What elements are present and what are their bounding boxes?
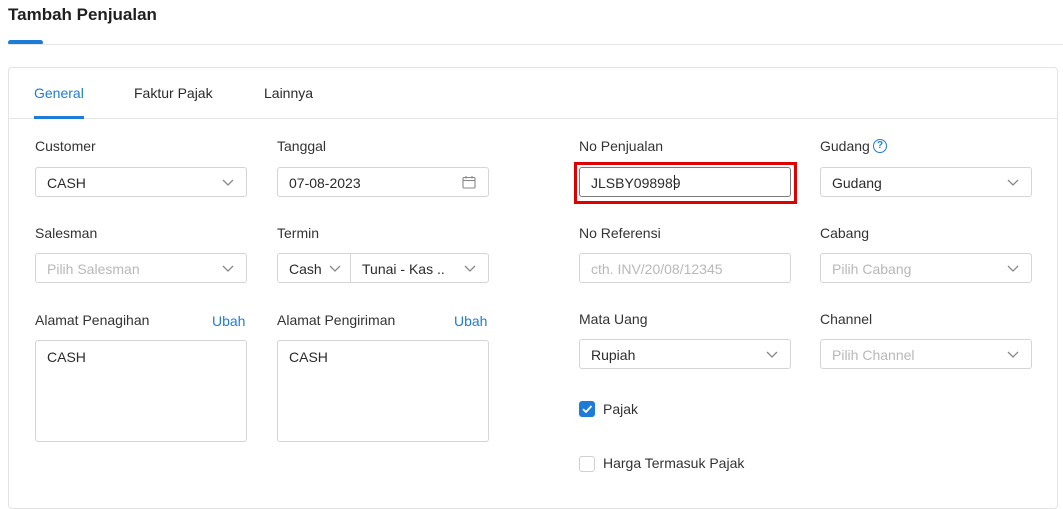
chevron-down-icon	[766, 351, 778, 358]
customer-value: CASH	[47, 175, 86, 191]
channel-label: Channel	[820, 311, 873, 327]
channel-placeholder: Pilih Channel	[832, 347, 915, 363]
tab-lainnya[interactable]: Lainnya	[264, 85, 313, 101]
gudang-select[interactable]: Gudang	[820, 167, 1032, 197]
cabang-label: Cabang	[820, 225, 870, 241]
no-penjualan-value: JLSBY098989	[591, 175, 681, 191]
ubah-pengiriman-link[interactable]: Ubah	[454, 313, 487, 329]
cabang-select[interactable]: Pilih Cabang	[820, 253, 1032, 283]
no-penjualan-input[interactable]: JLSBY098989	[579, 167, 791, 197]
harga-termasuk-pajak-label: Harga Termasuk Pajak	[603, 455, 745, 471]
no-penjualan-label: No Penjualan	[579, 138, 664, 154]
gudang-label: Gudang	[820, 138, 870, 154]
page-title: Tambah Penjualan	[8, 5, 157, 24]
tab-faktur-pajak[interactable]: Faktur Pajak	[134, 85, 213, 101]
termin-value-select[interactable]: Tunai - Kas ..	[351, 254, 488, 282]
alamat-penagihan-textarea[interactable]: CASH	[35, 340, 247, 442]
no-referensi-placeholder: cth. INV/20/08/12345	[591, 261, 723, 277]
salesman-select[interactable]: Pilih Salesman	[35, 253, 247, 283]
termin-type-value: Cash	[289, 261, 322, 277]
chevron-down-icon	[464, 265, 476, 272]
customer-select[interactable]: CASH	[35, 167, 247, 197]
mata-uang-label: Mata Uang	[579, 311, 648, 327]
chevron-down-icon	[1007, 351, 1019, 358]
cabang-placeholder: Pilih Cabang	[832, 261, 912, 277]
tanggal-datepicker[interactable]: 07-08-2023	[277, 167, 489, 197]
alamat-penagihan-label: Alamat Penagihan	[35, 312, 150, 328]
chevron-down-icon	[222, 179, 234, 186]
text-cursor	[674, 175, 675, 190]
mata-uang-value: Rupiah	[591, 347, 636, 363]
chevron-down-icon	[222, 265, 234, 272]
channel-select[interactable]: Pilih Channel	[820, 339, 1032, 369]
customer-label: Customer	[35, 138, 96, 154]
pajak-label: Pajak	[603, 401, 639, 417]
chevron-down-icon	[1007, 179, 1019, 186]
ubah-penagihan-link[interactable]: Ubah	[212, 313, 245, 329]
pajak-checkbox[interactable]	[579, 401, 595, 417]
salesman-label: Salesman	[35, 225, 98, 241]
tanggal-label: Tanggal	[277, 138, 327, 154]
help-icon[interactable]: ?	[873, 139, 887, 153]
alamat-pengiriman-value: CASH	[289, 349, 328, 365]
check-icon	[582, 405, 593, 414]
mata-uang-select[interactable]: Rupiah	[579, 339, 791, 369]
alamat-penagihan-value: CASH	[47, 349, 86, 365]
salesman-placeholder: Pilih Salesman	[47, 261, 140, 277]
no-referensi-label: No Referensi	[579, 225, 661, 241]
harga-termasuk-pajak-checkbox[interactable]	[579, 456, 595, 472]
termin-group: Cash Tunai - Kas ..	[277, 253, 489, 283]
chevron-down-icon	[329, 265, 341, 272]
termin-label: Termin	[277, 225, 320, 241]
chevron-down-icon	[1007, 265, 1019, 272]
alamat-pengiriman-textarea[interactable]: CASH	[277, 340, 489, 442]
gudang-value: Gudang	[832, 175, 882, 191]
tab-bar: General Faktur Pajak Lainnya	[9, 68, 1057, 119]
tab-general[interactable]: General	[34, 85, 84, 101]
active-tab-indicator	[34, 116, 84, 119]
no-referensi-input[interactable]: cth. INV/20/08/12345	[579, 253, 791, 283]
title-divider	[8, 44, 1063, 45]
alamat-pengiriman-label: Alamat Pengiriman	[277, 312, 396, 328]
calendar-icon[interactable]	[462, 175, 476, 189]
tanggal-value: 07-08-2023	[289, 175, 361, 191]
termin-value: Tunai - Kas ..	[362, 261, 445, 277]
termin-type-select[interactable]: Cash	[278, 254, 350, 282]
form-card: General Faktur Pajak Lainnya Customer CA…	[8, 67, 1058, 509]
